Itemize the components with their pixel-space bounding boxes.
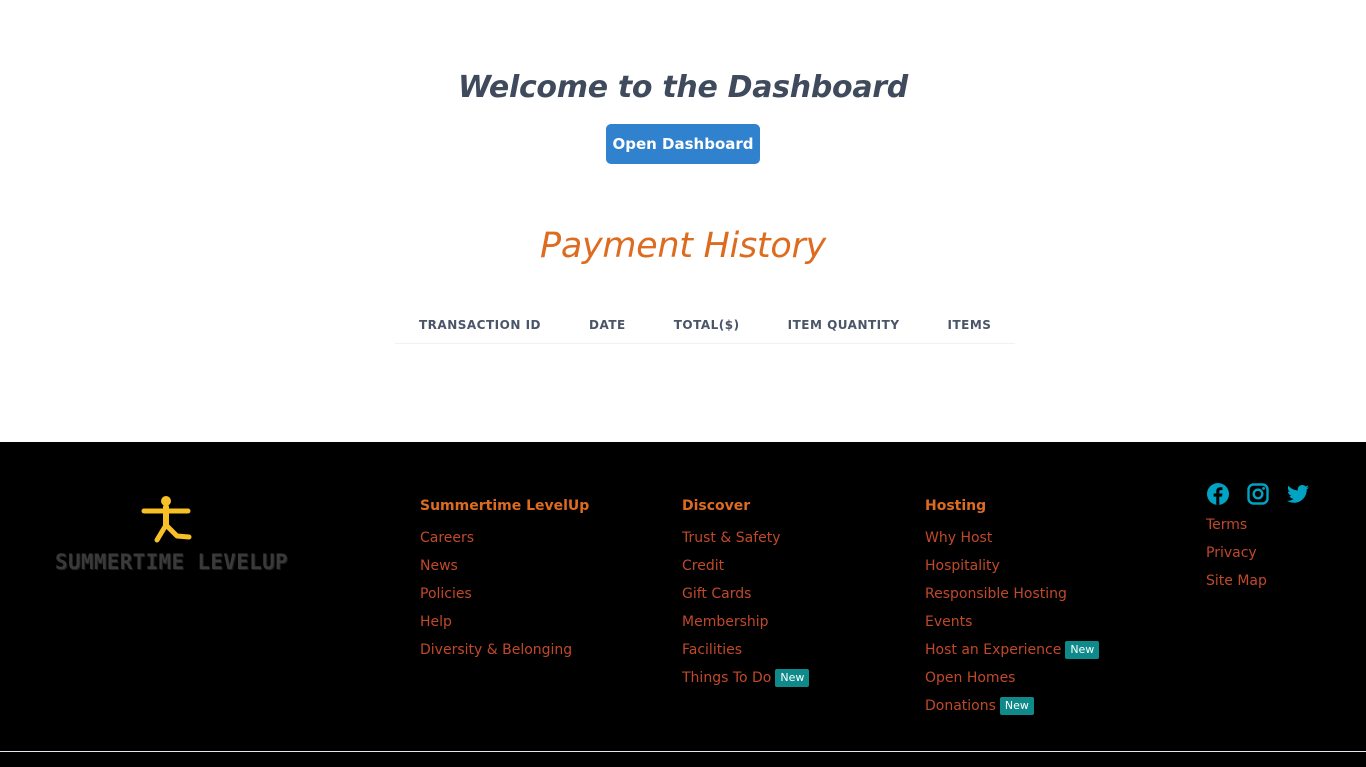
instagram-icon[interactable] [1246, 482, 1270, 506]
footer-link-policies[interactable]: Policies [420, 585, 589, 613]
footer-link-membership[interactable]: Membership [682, 613, 809, 641]
facebook-icon[interactable] [1206, 482, 1230, 506]
footer-logo[interactable]: SUMMERTIME LEVELUP [55, 494, 288, 576]
table-header-row: TRANSACTION ID DATE TOTAL($) ITEM QUANTI… [395, 306, 1016, 344]
column-header-date: DATE [565, 306, 650, 344]
footer-link-hospitality[interactable]: Hospitality [925, 557, 1099, 585]
footer-column-company: Summertime LevelUp Careers News Policies… [420, 498, 589, 669]
footer-column-social-legal: Terms Privacy Site Map [1206, 482, 1310, 600]
footer-link-diversity[interactable]: Diversity & Belonging [420, 641, 589, 669]
footer-link-help[interactable]: Help [420, 613, 589, 641]
social-links [1206, 482, 1310, 506]
footer-link-events[interactable]: Events [925, 613, 1099, 641]
footer-link-donations[interactable]: Donations [925, 698, 996, 714]
open-dashboard-button[interactable]: Open Dashboard [606, 124, 760, 164]
footer-link-site-map[interactable]: Site Map [1206, 572, 1310, 600]
new-badge: New [999, 697, 1034, 715]
footer-heading-discover: Discover [682, 498, 751, 514]
column-header-total: TOTAL($) [649, 306, 764, 344]
footer-link-why-host[interactable]: Why Host [925, 529, 1099, 557]
footer-link-credit[interactable]: Credit [682, 557, 809, 585]
footer-link-things-to-do-row: Things To Do New [682, 669, 810, 697]
footer-column-discover: Discover Trust & Safety Credit Gift Card… [682, 498, 810, 697]
footer-heading-hosting: Hosting [925, 498, 987, 514]
welcome-title: Welcome to the Dashboard [458, 70, 908, 105]
footer-link-careers[interactable]: Careers [420, 529, 589, 557]
footer-link-responsible-hosting[interactable]: Responsible Hosting [925, 585, 1099, 613]
payment-history-table: TRANSACTION ID DATE TOTAL($) ITEM QUANTI… [395, 306, 1016, 344]
footer-link-facilities[interactable]: Facilities [682, 641, 809, 669]
column-header-item-quantity: ITEM QUANTITY [763, 306, 924, 344]
twitter-icon[interactable] [1286, 482, 1310, 506]
footer-link-host-experience-row: Host an Experience New [925, 641, 1100, 669]
logo-text: SUMMERTIME LEVELUP [55, 550, 288, 574]
new-badge: New [1065, 641, 1100, 659]
footer-link-donations-row: Donations New [925, 697, 1099, 725]
table-header: TRANSACTION ID DATE TOTAL($) ITEM QUANTI… [395, 306, 1016, 344]
column-header-items: ITEMS [923, 306, 1016, 344]
footer-link-terms[interactable]: Terms [1206, 516, 1310, 544]
new-badge: New [775, 669, 810, 687]
page: Welcome to the Dashboard Open Dashboard … [0, 0, 1366, 767]
footer: SUMMERTIME LEVELUP Summertime LevelUp Ca… [0, 442, 1366, 767]
footer-divider [0, 751, 1366, 752]
footer-link-privacy[interactable]: Privacy [1206, 544, 1310, 572]
footer-link-host-experience[interactable]: Host an Experience [925, 642, 1061, 658]
footer-link-trust-safety[interactable]: Trust & Safety [682, 529, 809, 557]
footer-link-open-homes[interactable]: Open Homes [925, 669, 1099, 697]
footer-link-news[interactable]: News [420, 557, 589, 585]
column-header-transaction-id: TRANSACTION ID [395, 306, 565, 344]
logo-figure-icon [141, 496, 192, 543]
footer-heading-company: Summertime LevelUp [420, 498, 590, 514]
footer-link-gift-cards[interactable]: Gift Cards [682, 585, 809, 613]
footer-link-things-to-do[interactable]: Things To Do [682, 670, 771, 686]
footer-column-hosting: Hosting Why Host Hospitality Responsible… [925, 498, 1100, 725]
payment-history-title: Payment History [540, 226, 826, 266]
